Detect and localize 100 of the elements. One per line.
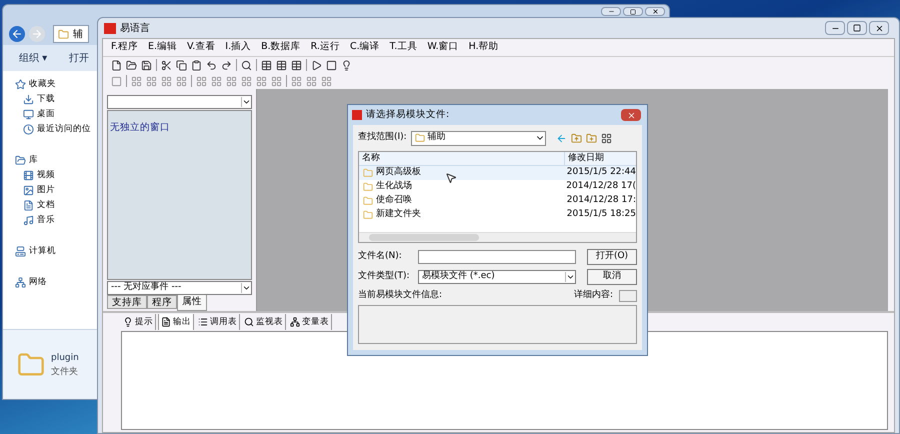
minimize-button[interactable]	[825, 21, 845, 35]
column-header[interactable]: 修改日期	[564, 152, 636, 165]
document-icon	[23, 200, 34, 211]
file-type: 文件夹	[51, 366, 79, 378]
cancel-button[interactable]: 取消	[587, 269, 637, 285]
address-field[interactable]: 辅	[53, 25, 89, 43]
menu-item[interactable]: I.插入	[225, 40, 252, 55]
file-row[interactable]: 使命召唤 2014/12/28 17:	[359, 194, 636, 208]
save-icon[interactable]	[141, 60, 152, 70]
menu-item[interactable]: W.窗口	[427, 40, 459, 55]
toolbar-button[interactable]: 打开	[69, 50, 90, 66]
output-tab[interactable]: 调用表	[196, 314, 240, 330]
paste-icon[interactable]	[191, 60, 202, 70]
new-file-icon[interactable]	[111, 60, 122, 70]
navigation-item[interactable]: 图片	[3, 183, 98, 198]
open-folder-icon[interactable]	[126, 60, 137, 70]
navigation-item[interactable]: 网络	[3, 275, 98, 290]
folder-up-icon[interactable]	[570, 132, 582, 144]
cut-icon[interactable]	[161, 60, 172, 70]
file-name: 网页高级板	[376, 166, 421, 180]
navigation-item[interactable]: 音乐	[3, 213, 98, 228]
file-row[interactable]: 新建文件夹 2015/1/5 18:25	[359, 208, 636, 222]
event-dropdown[interactable]: --- 无对应事件 ---	[107, 281, 252, 295]
file-date: 2015/1/5 22:44	[566, 166, 636, 180]
file-name: 使命召唤	[376, 194, 412, 208]
close-button[interactable]	[645, 7, 665, 16]
menu-item[interactable]: V.查看	[187, 40, 216, 55]
file-date: 2014/12/28 17(	[565, 180, 636, 194]
panel-tab[interactable]: 支持库	[107, 295, 147, 309]
folder-icon	[17, 350, 45, 378]
maximize-button[interactable]	[847, 21, 867, 35]
panel-tab[interactable]: 程序	[147, 295, 177, 309]
list-item[interactable]: 无独立的窗口	[110, 122, 170, 133]
new-folder-icon[interactable]	[586, 132, 597, 144]
dropdown-icon	[241, 97, 251, 107]
back-icon[interactable]	[556, 132, 567, 144]
window-layout-icon[interactable]	[291, 60, 302, 70]
details-button[interactable]	[619, 290, 637, 302]
folder-icon	[363, 182, 373, 192]
view-menu-icon[interactable]	[600, 132, 612, 144]
navigation-item[interactable]: 文档	[3, 198, 98, 213]
navigation-item[interactable]: 桌面	[3, 107, 98, 122]
network-icon	[15, 277, 26, 288]
menu-item[interactable]: F.程序	[111, 40, 138, 55]
window-title: 易语言	[120, 22, 150, 36]
bulb-icon	[123, 317, 133, 327]
dialog-title: 请选择易模块文件:	[366, 108, 450, 122]
output-tab[interactable]: 提示	[121, 314, 156, 330]
back-icon[interactable]	[9, 26, 25, 42]
menu-item[interactable]: T.工具	[390, 40, 418, 55]
menu-item[interactable]: B.数据库	[261, 40, 301, 55]
music-note-icon	[23, 215, 34, 226]
window-layout-icon[interactable]	[261, 60, 272, 70]
redo-icon[interactable]	[221, 60, 232, 70]
file-row[interactable]: 生化战场 2014/12/28 17(	[359, 180, 636, 194]
details-label: 详细内容:	[574, 289, 613, 302]
search-icon	[244, 317, 254, 327]
navigation-item[interactable]: 下载	[3, 92, 98, 107]
play-icon[interactable]	[311, 60, 322, 70]
computer-icon	[15, 246, 26, 257]
menu-item[interactable]: C.编译	[350, 40, 380, 55]
navigation-item[interactable]: 视频	[3, 168, 98, 183]
filename-field[interactable]	[418, 250, 576, 264]
folder-icon	[414, 133, 425, 143]
file-row[interactable]: 网页高级板 2015/1/5 22:44	[359, 166, 636, 180]
app-logo-icon	[104, 22, 116, 34]
filetype-dropdown[interactable]: 易模块文件 (*.ec)	[418, 270, 576, 284]
find-icon[interactable]	[241, 60, 252, 70]
look-in-label: 查找范围(I):	[358, 131, 407, 144]
output-tab[interactable]: 变量表	[288, 314, 332, 330]
look-in-dropdown[interactable]: 辅助	[410, 130, 546, 146]
window-layout-icon[interactable]	[276, 60, 287, 70]
minimize-button[interactable]	[601, 7, 621, 16]
close-icon	[874, 24, 884, 32]
copy-icon[interactable]	[176, 60, 187, 70]
navigation-item[interactable]: 库	[3, 153, 98, 168]
file-date: 2015/1/5 18:25	[566, 208, 636, 222]
toolbar-button[interactable]: 组织 ▾	[19, 50, 48, 66]
list-icon	[198, 317, 208, 327]
dropdown-field[interactable]	[107, 95, 252, 109]
open-button[interactable]: 打开(O)	[587, 249, 637, 265]
undo-icon[interactable]	[206, 60, 217, 70]
navigation-item[interactable]: 最近访问的位	[3, 122, 98, 137]
column-header[interactable]: 名称	[359, 152, 564, 165]
output-tab[interactable]: 输出	[158, 314, 194, 330]
menu-item[interactable]: R.运行	[310, 40, 340, 55]
stop-icon[interactable]	[326, 60, 337, 70]
download-icon	[23, 94, 34, 105]
folder-icon	[363, 210, 373, 220]
panel-tab[interactable]: 属性	[177, 295, 207, 311]
navigation-item[interactable]: 计算机	[3, 244, 98, 259]
menu-item[interactable]: E.编辑	[148, 40, 177, 55]
maximize-button[interactable]	[623, 7, 643, 16]
navigation-item[interactable]: 收藏夹	[3, 77, 98, 92]
folder-icon	[58, 28, 69, 40]
dropdown-icon	[241, 283, 251, 293]
output-tab[interactable]: 监视表	[242, 314, 286, 330]
info-label: 当前易模块文件信息:	[358, 289, 442, 302]
menu-item[interactable]: H.帮助	[468, 40, 499, 55]
horizontal-scrollbar[interactable]	[359, 232, 636, 242]
